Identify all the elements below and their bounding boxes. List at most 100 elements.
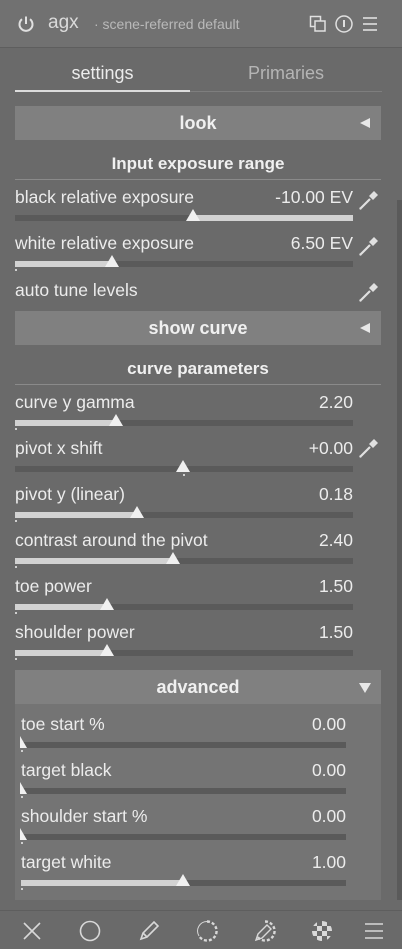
advanced-section-label: advanced — [156, 677, 240, 697]
slider-track[interactable] — [21, 834, 346, 840]
color-picker-icon[interactable] — [357, 234, 381, 258]
multi-instance-icon[interactable] — [308, 14, 328, 34]
curve-y-gamma-slider[interactable]: curve y gamma 2.20 — [15, 388, 355, 432]
pivot-x-shift-slider[interactable]: pivot x shift +0.00 — [15, 434, 355, 478]
slider-value[interactable]: 0.18 — [319, 484, 353, 505]
slider-value[interactable]: -10.00 EV — [275, 187, 353, 208]
tab-settings[interactable]: settings — [15, 56, 190, 92]
slider-default-marker — [15, 566, 17, 568]
toe-power-slider[interactable]: toe power 1.50 — [15, 572, 355, 616]
slider-fill — [15, 604, 107, 610]
slider-thumb-icon[interactable] — [20, 736, 27, 748]
black-relative-exposure-slider[interactable]: black relative exposure -10.00 EV — [15, 183, 355, 227]
slider-label: pivot y (linear) — [15, 484, 125, 504]
slider-default-marker — [21, 888, 23, 890]
slider-default-marker — [15, 612, 17, 614]
raster-mask-icon[interactable] — [310, 919, 334, 943]
slider-thumb-icon[interactable] — [105, 255, 119, 267]
slider-track[interactable] — [21, 742, 346, 748]
slider-default-marker — [21, 750, 23, 752]
slider-value[interactable]: 2.40 — [319, 530, 353, 551]
shoulder-start-slider[interactable]: shoulder start % 0.00 — [20, 802, 348, 846]
slider-thumb-icon[interactable] — [109, 414, 123, 426]
curve-parameters-heading: curve parameters — [15, 355, 381, 385]
pencil-icon[interactable] — [137, 919, 161, 943]
slider-default-marker — [15, 269, 17, 271]
slider-thumb-icon[interactable] — [100, 598, 114, 610]
auto-tune-levels-label: auto tune levels — [15, 280, 138, 300]
slider-value[interactable]: 1.50 — [319, 576, 353, 597]
slider-fill — [191, 215, 353, 221]
slider-fill — [21, 880, 183, 886]
module-name: agx — [48, 12, 79, 33]
slider-value[interactable]: 0.00 — [312, 760, 346, 781]
slider-default-marker — [15, 520, 17, 522]
slider-thumb-icon[interactable] — [20, 782, 27, 794]
panel-scrollbar[interactable] — [397, 200, 402, 900]
slider-thumb-icon[interactable] — [176, 460, 190, 472]
slider-thumb-icon[interactable] — [186, 209, 200, 221]
input-exposure-heading: Input exposure range — [15, 150, 381, 180]
menu-icon[interactable] — [362, 919, 386, 943]
slider-label: contrast around the pivot — [15, 530, 208, 550]
slider-label: shoulder start % — [21, 806, 148, 826]
slider-thumb-icon[interactable] — [176, 874, 190, 886]
slider-default-marker — [21, 842, 23, 844]
white-relative-exposure-slider[interactable]: white relative exposure 6.50 EV — [15, 229, 355, 273]
shoulder-power-slider[interactable]: shoulder power 1.50 — [15, 618, 355, 662]
tab-primaries[interactable]: Primaries — [190, 56, 382, 92]
slider-value[interactable]: 6.50 EV — [291, 233, 353, 254]
advanced-section: advanced toe start % 0.00 target black 0… — [15, 670, 381, 900]
slider-value[interactable]: +0.00 — [309, 438, 353, 459]
close-icon[interactable] — [20, 919, 44, 943]
slider-label: pivot x shift — [15, 438, 103, 458]
toe-start-slider[interactable]: toe start % 0.00 — [20, 710, 348, 754]
collapse-arrow-icon — [360, 118, 370, 128]
slider-default-marker — [15, 658, 17, 660]
parametric-mask-icon[interactable] — [195, 919, 219, 943]
slider-default-marker — [21, 796, 23, 798]
slider-track[interactable] — [21, 788, 346, 794]
slider-default-marker — [15, 428, 17, 430]
show-curve-section-toggle[interactable]: show curve — [15, 311, 381, 345]
module-preset-label: · scene-referred default — [94, 16, 240, 32]
slider-fill — [15, 420, 116, 426]
slider-thumb-icon[interactable] — [166, 552, 180, 564]
slider-thumb-icon[interactable] — [100, 644, 114, 656]
color-picker-icon[interactable] — [357, 436, 381, 460]
slider-value[interactable]: 1.00 — [312, 852, 346, 873]
slider-fill — [15, 650, 107, 656]
collapse-arrow-icon — [360, 323, 370, 333]
slider-fill — [15, 512, 137, 518]
slider-value[interactable]: 2.20 — [319, 392, 353, 413]
slider-value[interactable]: 1.50 — [319, 622, 353, 643]
slider-thumb-icon[interactable] — [20, 828, 27, 840]
slider-label: toe start % — [21, 714, 105, 734]
look-section-toggle[interactable]: look — [15, 106, 381, 140]
slider-value[interactable]: 0.00 — [312, 806, 346, 827]
module-header: agx · scene-referred default — [0, 0, 402, 48]
slider-label: curve y gamma — [15, 392, 135, 412]
slider-label: black relative exposure — [15, 187, 194, 207]
slider-fill — [15, 558, 173, 564]
advanced-section-toggle[interactable]: advanced — [15, 670, 381, 704]
slider-thumb-icon[interactable] — [130, 506, 144, 518]
reset-icon[interactable] — [334, 14, 354, 34]
target-white-slider[interactable]: target white 1.00 — [21, 848, 348, 892]
color-picker-icon[interactable] — [357, 280, 381, 304]
color-picker-icon[interactable] — [357, 188, 381, 212]
slider-default-marker — [183, 474, 185, 476]
slider-label: toe power — [15, 576, 92, 596]
module-tabs: settings Primaries — [15, 56, 382, 92]
power-icon[interactable] — [16, 14, 36, 34]
look-section-label: look — [179, 113, 217, 133]
target-black-slider[interactable]: target black 0.00 — [20, 756, 348, 800]
slider-label: shoulder power — [15, 622, 135, 642]
circle-icon[interactable] — [78, 919, 102, 943]
contrast-around-pivot-slider[interactable]: contrast around the pivot 2.40 — [15, 526, 355, 570]
pivot-y-linear-slider[interactable]: pivot y (linear) 0.18 — [15, 480, 355, 524]
drawn-parametric-mask-icon[interactable] — [253, 919, 277, 943]
slider-value[interactable]: 0.00 — [312, 714, 346, 735]
presets-menu-icon[interactable] — [360, 14, 380, 34]
slider-label: white relative exposure — [15, 233, 194, 253]
